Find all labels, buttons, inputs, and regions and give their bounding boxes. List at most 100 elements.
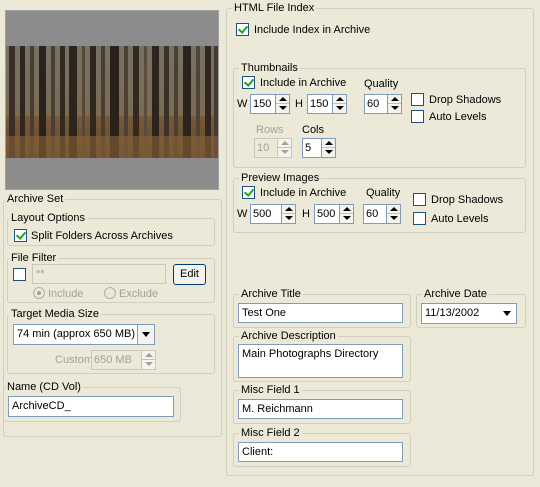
spin-up-icon[interactable] xyxy=(322,139,335,148)
spin-down-icon[interactable] xyxy=(276,104,289,113)
thumb-rows-value[interactable]: 10 xyxy=(254,138,277,158)
archive-description-label: Archive Description xyxy=(239,329,338,343)
thumb-rows-spinner[interactable]: 10 xyxy=(254,138,292,158)
thumb-quality-arrows[interactable] xyxy=(387,94,402,114)
preview-quality-arrows[interactable] xyxy=(386,204,401,224)
layout-options-title: Layout Options xyxy=(9,211,87,225)
thumb-height-value[interactable]: 150 xyxy=(307,94,332,114)
target-media-select[interactable]: 74 min (approx 650 MB) xyxy=(13,324,155,345)
spin-down-icon[interactable] xyxy=(340,214,353,223)
misc-field-1-input[interactable]: M. Reichmann xyxy=(238,399,403,419)
archive-description-value[interactable]: Main Photographs Directory xyxy=(242,348,378,360)
file-filter-checkbox[interactable] xyxy=(13,268,26,281)
split-folders-checkbox[interactable] xyxy=(14,229,27,242)
thumb-width-arrows[interactable] xyxy=(275,94,290,114)
thumb-cols-label: Cols xyxy=(302,124,325,136)
spin-down-icon[interactable] xyxy=(333,104,346,113)
preview-include-label: Include in Archive xyxy=(260,187,347,199)
archive-date-picker[interactable]: 11/13/2002 xyxy=(421,303,517,324)
thumb-auto-levels-checkbox[interactable] xyxy=(411,110,424,123)
spin-up-icon[interactable] xyxy=(333,95,346,104)
preview-width-value[interactable]: 500 xyxy=(250,204,281,224)
name-cd-vol-title: Name (CD Vol) xyxy=(5,380,83,394)
spin-down-icon[interactable] xyxy=(388,104,401,113)
preview-w-label: W xyxy=(237,208,248,220)
preview-height-arrows[interactable] xyxy=(339,204,354,224)
misc-field-1-label: Misc Field 1 xyxy=(239,383,302,397)
thumb-w-label: W xyxy=(237,98,248,110)
preview-h-label: H xyxy=(302,208,310,220)
custom-size-value[interactable]: 650 MB xyxy=(91,350,141,370)
spin-down-icon[interactable] xyxy=(387,214,400,223)
thumb-cols-spinner[interactable]: 5 xyxy=(302,138,336,158)
archive-title-input[interactable]: Test One xyxy=(238,303,403,323)
thumb-auto-levels-label: Auto Levels xyxy=(429,111,487,123)
preview-quality-spinner[interactable]: 60 xyxy=(363,204,401,224)
preview-width-spinner[interactable]: 500 xyxy=(250,204,296,224)
spin-up-icon[interactable] xyxy=(142,351,155,360)
spin-up-icon[interactable] xyxy=(282,205,295,214)
thumb-quality-spinner[interactable]: 60 xyxy=(364,94,402,114)
custom-label: Custom xyxy=(55,354,93,366)
spin-down-icon[interactable] xyxy=(142,360,155,369)
spin-down-icon[interactable] xyxy=(322,148,335,157)
spin-up-icon[interactable] xyxy=(388,95,401,104)
thumb-include-label: Include in Archive xyxy=(260,77,347,89)
chevron-down-icon[interactable] xyxy=(499,304,516,323)
spin-up-icon[interactable] xyxy=(387,205,400,214)
thumb-drop-shadows-label: Drop Shadows xyxy=(429,94,502,106)
include-radio[interactable] xyxy=(33,287,45,299)
target-media-value[interactable]: 74 min (approx 650 MB) xyxy=(17,328,135,340)
spin-up-icon[interactable] xyxy=(340,205,353,214)
misc-field-2-input[interactable]: Client: xyxy=(238,442,403,462)
edit-button[interactable]: Edit xyxy=(173,264,206,285)
preview-quality-label: Quality xyxy=(366,187,401,199)
thumbnails-title: Thumbnails xyxy=(239,61,300,75)
spin-up-icon[interactable] xyxy=(276,95,289,104)
custom-size-arrows[interactable] xyxy=(141,350,156,370)
preview-image xyxy=(5,10,219,190)
thumb-height-spinner[interactable]: 150 xyxy=(307,94,347,114)
thumb-cols-arrows[interactable] xyxy=(321,138,336,158)
spin-down-icon[interactable] xyxy=(282,214,295,223)
include-radio-label: Include xyxy=(48,288,84,300)
thumb-width-spinner[interactable]: 150 xyxy=(250,94,290,114)
preview-drop-shadows-label: Drop Shadows xyxy=(431,194,504,206)
archive-set-title: Archive Set xyxy=(5,192,66,206)
preview-height-spinner[interactable]: 500 xyxy=(314,204,354,224)
exclude-radio[interactable] xyxy=(104,287,116,299)
forest-photo xyxy=(6,46,218,158)
html-file-index-title: HTML File Index xyxy=(232,1,317,15)
preview-auto-levels-label: Auto Levels xyxy=(431,213,489,225)
spin-up-icon[interactable] xyxy=(278,139,291,148)
thumb-cols-value[interactable]: 5 xyxy=(302,138,321,158)
archive-description-input[interactable]: Main Photographs Directory xyxy=(238,344,403,378)
preview-auto-levels-checkbox[interactable] xyxy=(413,212,426,225)
exclude-radio-label: Exclude xyxy=(119,288,159,300)
file-filter-input[interactable]: ** xyxy=(32,264,166,284)
preview-include-checkbox[interactable] xyxy=(242,186,255,199)
thumb-quality-label: Quality xyxy=(364,78,399,90)
spin-down-icon[interactable] xyxy=(278,148,291,157)
thumb-width-value[interactable]: 150 xyxy=(250,94,275,114)
thumb-h-label: H xyxy=(295,98,303,110)
chevron-down-icon[interactable] xyxy=(137,325,154,344)
file-filter-title: File Filter xyxy=(9,251,59,265)
preview-height-value[interactable]: 500 xyxy=(314,204,339,224)
include-index-label: Include Index in Archive xyxy=(254,24,371,36)
thumb-rows-arrows[interactable] xyxy=(277,138,292,158)
name-cd-vol-input[interactable]: ArchiveCD_ xyxy=(8,396,174,417)
custom-size-spinner[interactable]: 650 MB xyxy=(91,350,156,370)
preview-width-arrows[interactable] xyxy=(281,204,296,224)
split-folders-label: Split Folders Across Archives xyxy=(31,230,173,242)
thumb-include-checkbox[interactable] xyxy=(242,76,255,89)
include-index-checkbox[interactable] xyxy=(236,23,249,36)
archive-date-value[interactable]: 11/13/2002 xyxy=(425,307,479,319)
thumb-drop-shadows-checkbox[interactable] xyxy=(411,93,424,106)
preview-images-title: Preview Images xyxy=(239,171,322,185)
archive-title-label: Archive Title xyxy=(239,287,303,301)
thumb-quality-value[interactable]: 60 xyxy=(364,94,387,114)
preview-quality-value[interactable]: 60 xyxy=(363,204,386,224)
thumb-height-arrows[interactable] xyxy=(332,94,347,114)
preview-drop-shadows-checkbox[interactable] xyxy=(413,193,426,206)
